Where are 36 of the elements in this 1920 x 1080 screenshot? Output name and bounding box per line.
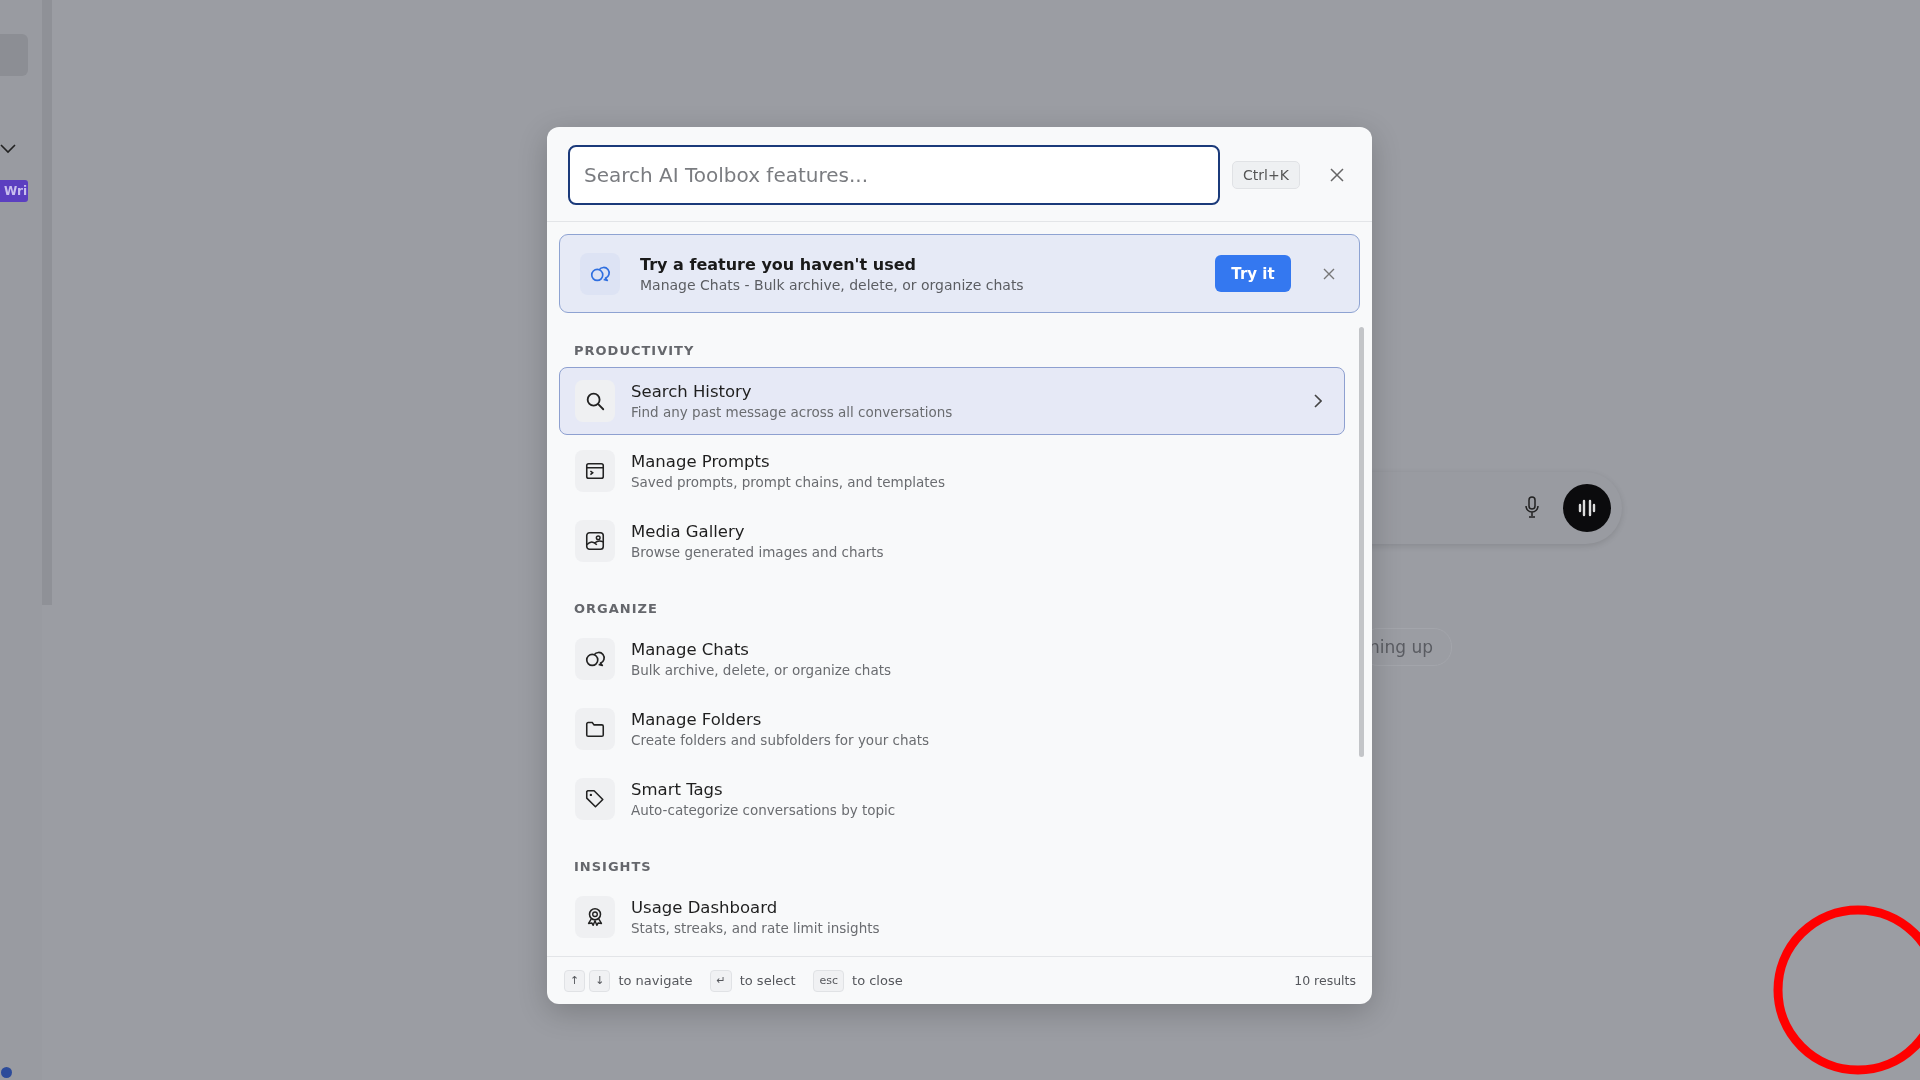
image-icon <box>584 530 606 552</box>
feature-item[interactable]: Manage Folders Create folders and subfolders for your chats <box>559 695 1345 763</box>
feature-item[interactable]: Manage Prompts Saved prompts, prompt chains, and templates <box>559 437 1345 505</box>
hint-label: to close <box>852 973 903 988</box>
banner-title: Try a feature you haven't used <box>640 254 917 274</box>
feature-item[interactable]: Usage Dashboard Stats, streaks, and rate limit insights <box>559 883 1345 951</box>
tag-icon <box>584 788 606 810</box>
shortcut-key: Ctrl+K <box>1232 161 1300 189</box>
badge: Wri <box>0 180 28 202</box>
status-dot <box>1 1067 12 1078</box>
feature-item[interactable]: Media Gallery Browse generated images and charts <box>559 507 1345 575</box>
result-count: 10 results <box>1294 973 1356 988</box>
section-heading: ORGANIZE <box>573 600 659 618</box>
feature-item[interactable]: Search History Find any past message across all conversations <box>559 367 1345 435</box>
feature-item[interactable]: Manage Chats Bulk archive, delete, or organize chats <box>559 625 1345 693</box>
section-heading: PRODUCTIVITY <box>573 342 696 360</box>
search-field[interactable]: Search AI Toolbox features... <box>568 145 1220 205</box>
search-icon <box>584 390 606 412</box>
scrollbar[interactable] <box>1359 327 1364 757</box>
microphone-icon[interactable] <box>1524 496 1540 518</box>
close-icon[interactable] <box>1329 168 1344 182</box>
voice-button[interactable] <box>1563 484 1611 532</box>
terminal-window-icon <box>584 460 606 482</box>
close-icon[interactable] <box>1323 267 1335 280</box>
try-it-button[interactable]: Try it <box>1215 255 1291 292</box>
key-hint: ↓ <box>589 969 611 992</box>
key-hint: esc <box>813 969 845 992</box>
section-heading: INSIGHTS <box>573 858 653 876</box>
banner-description: Manage Chats - Bulk archive, delete, or organize chats <box>640 276 1025 293</box>
hint-label: to navigate <box>618 973 693 988</box>
chevron-right-icon <box>1314 394 1322 408</box>
key-hint: ↵ <box>710 969 732 992</box>
chevron-down-icon[interactable] <box>0 144 16 154</box>
hint-label: to select <box>739 973 796 988</box>
feature-item[interactable]: Smart Tags Auto-categorize conversations by topic <box>559 765 1345 833</box>
key-hint: ↑ <box>564 969 586 992</box>
